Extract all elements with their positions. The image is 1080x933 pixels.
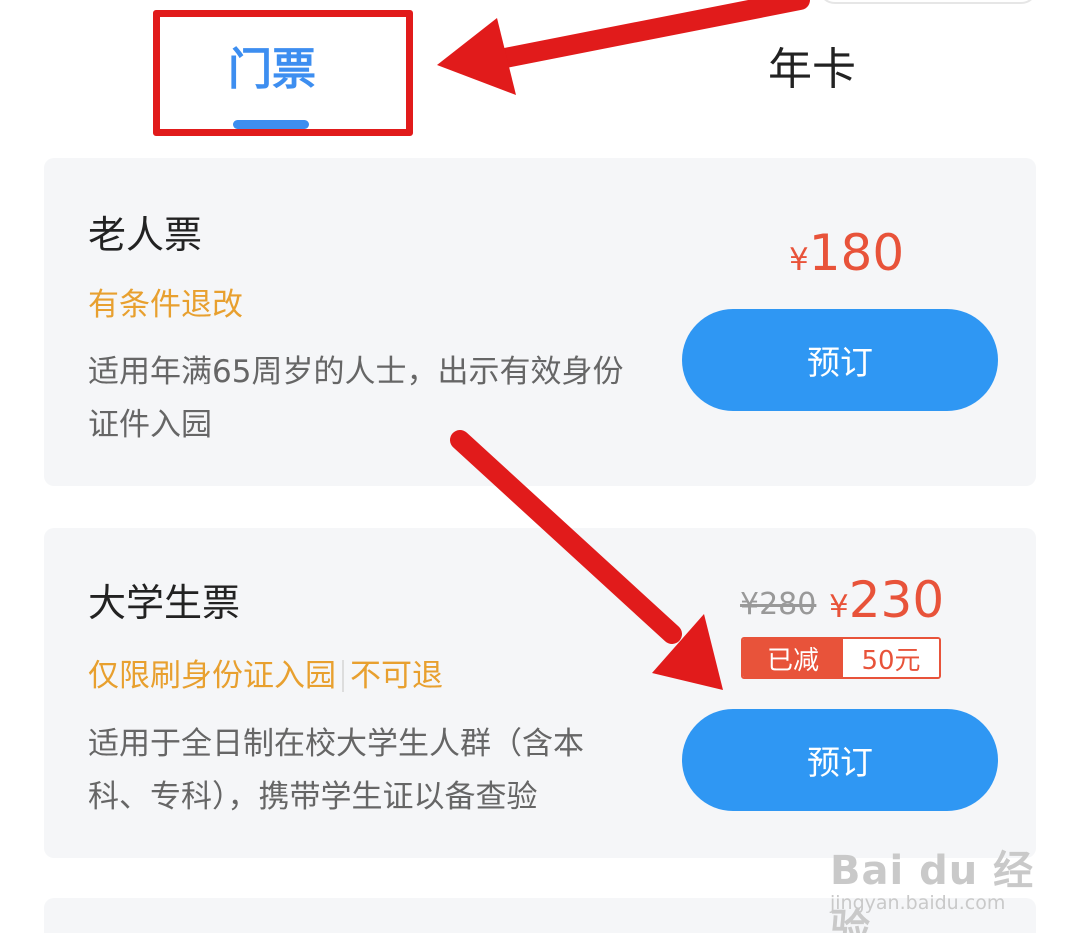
discount-badge: 已减 50元 [741, 637, 941, 679]
policy-text: 仅限刷身份证入园 [88, 658, 336, 694]
price-amount: 180 [808, 224, 905, 282]
discount-value: 50元 [843, 639, 939, 677]
watermark-logo: Bai du 经验 [830, 848, 1035, 933]
ticket-price: ¥230 [829, 571, 944, 629]
policy-text: 有条件退改 [88, 287, 243, 323]
ticket-card-student: 大学生票 仅限刷身份证入园 不可退 适用于全日制在校大学生人群（含本科、专科），… [44, 528, 1036, 858]
policy-divider [342, 660, 344, 692]
tab-annual-card[interactable]: 年卡 [768, 40, 856, 100]
ticket-name: 老人票 [88, 213, 203, 257]
ticket-card-senior: 老人票 有条件退改 适用年满65周岁的人士，出示有效身份证件入园 ¥180 预订 [44, 158, 1036, 486]
book-button[interactable]: 预订 [682, 309, 998, 411]
baidu-jingyan-watermark: Bai du 经验 jingyan.baidu.com [830, 810, 1050, 933]
annotation-highlight-box [153, 10, 413, 136]
ticket-price: ¥180 [789, 224, 904, 282]
refund-policy: 仅限刷身份证入园 不可退 [88, 656, 443, 696]
policy-text: 不可退 [350, 658, 443, 694]
watermark-url: jingyan.baidu.com [830, 892, 1006, 914]
book-button[interactable]: 预订 [682, 709, 998, 811]
ticket-name: 大学生票 [88, 581, 241, 625]
ticket-description: 适用年满65周岁的人士，出示有效身份证件入园 [88, 354, 624, 443]
currency-symbol: ¥ [789, 242, 809, 278]
refund-policy: 有条件退改 [88, 285, 243, 325]
original-price: ¥280 [740, 587, 817, 622]
search-pill[interactable] [818, 0, 1038, 4]
discount-label: 已减 [743, 639, 843, 677]
price-amount: 230 [848, 571, 945, 629]
ticket-description: 适用于全日制在校大学生人群（含本科、专科），携带学生证以备查验 [88, 726, 584, 815]
currency-symbol: ¥ [829, 589, 849, 625]
